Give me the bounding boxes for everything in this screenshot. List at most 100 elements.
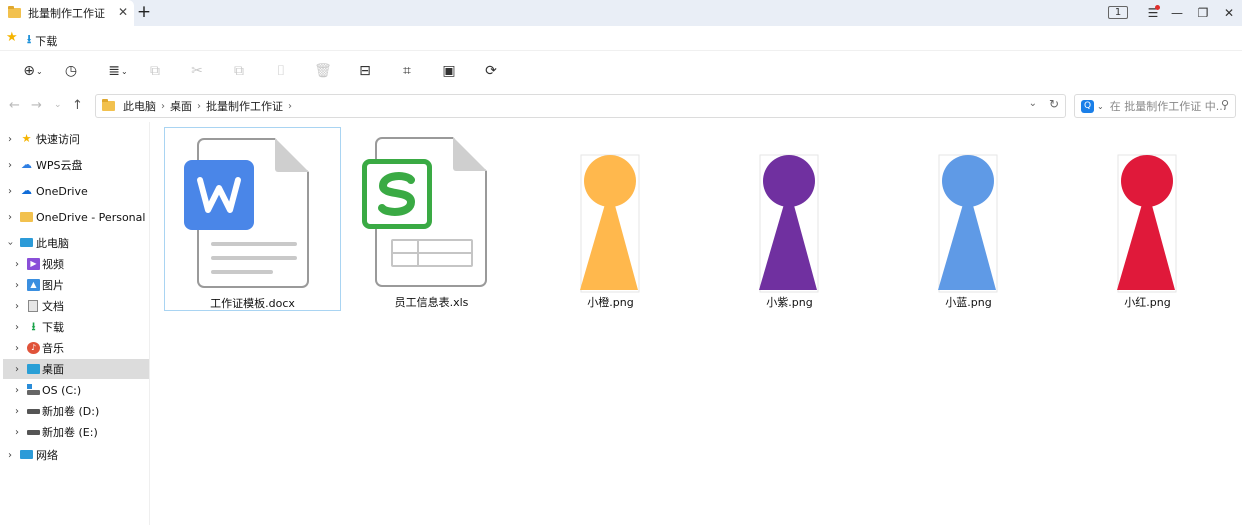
cloud-icon: ☁: [21, 158, 32, 171]
delete-icon[interactable]: 🗑: [312, 61, 334, 81]
chevron-right-icon[interactable]: ›: [12, 406, 22, 417]
file-item-png-red[interactable]: 小红.png: [1059, 127, 1236, 311]
breadcrumb-separator[interactable]: ›: [288, 101, 292, 112]
copy-icon[interactable]: ⧉: [144, 61, 166, 81]
address-bar[interactable]: 此电脑 › 桌面 › 批量制作工作证 › ⌄ ↻: [95, 94, 1066, 118]
chevron-right-icon[interactable]: ›: [12, 259, 22, 270]
tab-active[interactable]: 批量制作工作证 ✕: [0, 0, 134, 26]
sidebar-item-downloads[interactable]: › ⭳ 下载: [0, 317, 150, 337]
sidebar-item-pictures[interactable]: › ▲ 图片: [0, 275, 150, 295]
sync-icon[interactable]: ⟳: [480, 61, 502, 81]
download-icon: ⭳: [31, 320, 36, 333]
search-icon[interactable]: ⚲: [1221, 98, 1229, 111]
up-icon[interactable]: ↑: [72, 98, 83, 113]
file-item-docx[interactable]: 工作证模板.docx: [164, 127, 341, 311]
breadcrumb-separator[interactable]: ›: [161, 101, 165, 112]
breadcrumb-separator[interactable]: ›: [197, 101, 201, 112]
file-item-png-blue[interactable]: 小蓝.png: [880, 127, 1057, 311]
wps-writer-icon: [184, 160, 254, 230]
maximize-button[interactable]: ❐: [1196, 4, 1210, 22]
breadcrumb-current[interactable]: 批量制作工作证: [206, 98, 283, 114]
sidebar-item-label: 下载: [42, 321, 64, 334]
recent-dropdown-icon[interactable]: ⌄: [54, 100, 62, 110]
view-icon[interactable]: ≣ ⌄: [105, 61, 131, 81]
breadcrumb-this-pc[interactable]: 此电脑: [123, 98, 156, 114]
quick-item-download[interactable]: ⭳ 下载: [27, 30, 57, 51]
star-icon: ★: [21, 132, 32, 145]
search-engine-icon[interactable]: Q: [1081, 99, 1094, 113]
chevron-right-icon[interactable]: ›: [5, 212, 15, 223]
red-pawn-icon: [1117, 154, 1177, 293]
tab-close-icon[interactable]: ✕: [117, 5, 129, 19]
search-input[interactable]: 在 批量制作工作证 中...: [1110, 98, 1226, 114]
sidebar-item-videos[interactable]: › ▶ 视频: [0, 254, 150, 274]
history-icon[interactable]: ◷: [60, 61, 82, 81]
chevron-right-icon[interactable]: ›: [12, 427, 22, 438]
window-icon[interactable]: ⊟: [354, 61, 376, 81]
sidebar-item-label: OneDrive: [36, 184, 88, 198]
breadcrumb-desktop[interactable]: 桌面: [170, 98, 192, 114]
back-icon[interactable]: ←: [9, 98, 20, 113]
chevron-right-icon[interactable]: ›: [12, 364, 22, 375]
search-box[interactable]: Q ⌄ 在 批量制作工作证 中... ⚲: [1074, 94, 1236, 118]
toolbar: ⊕ ⌄ ◷ ≣ ⌄ ⧉ ✂ ⧉ ⌷ 🗑 ⊟ ⌗ ▣ ⟳: [0, 50, 1242, 90]
chevron-right-icon[interactable]: ›: [12, 343, 22, 354]
computer-icon: [20, 238, 33, 247]
new-icon[interactable]: ⊕ ⌄: [20, 61, 46, 81]
refresh-icon[interactable]: ↻: [1049, 97, 1059, 111]
rename-icon[interactable]: ⌷: [270, 61, 292, 81]
sidebar-item-drive-e[interactable]: › 新加卷 (E:): [0, 422, 150, 442]
crop-icon[interactable]: ⌗: [396, 61, 418, 81]
chevron-down-icon[interactable]: ⌄: [1029, 98, 1037, 109]
sidebar-item-quick-access[interactable]: › ★ 快速访问: [0, 129, 150, 149]
chevron-right-icon[interactable]: ›: [12, 301, 22, 312]
sidebar-item-this-pc[interactable]: › 此电脑: [0, 233, 150, 253]
chevron-right-icon[interactable]: ›: [5, 134, 15, 145]
sidebar-item-onedrive[interactable]: › ☁ OneDrive: [0, 181, 150, 201]
download-icon: ⭳: [27, 32, 32, 46]
file-name: 小橙.png: [587, 296, 634, 309]
file-item-png-purple[interactable]: 小紫.png: [701, 127, 878, 311]
new-tab-button[interactable]: +: [136, 2, 152, 22]
archive-icon[interactable]: ▣: [438, 61, 460, 81]
file-item-png-orange[interactable]: 小橙.png: [522, 127, 699, 311]
chevron-down-icon[interactable]: ⌄: [1097, 102, 1104, 111]
chevron-right-icon[interactable]: ›: [5, 186, 15, 197]
sidebar-item-desktop[interactable]: › 桌面: [3, 359, 149, 379]
chevron-right-icon[interactable]: ›: [12, 280, 22, 291]
file-name: 小红.png: [1124, 296, 1171, 309]
tab-count-badge[interactable]: 1: [1108, 6, 1128, 19]
quick-access-bar: ★ ⭳ 下载: [0, 26, 1242, 50]
sidebar-item-music[interactable]: › ♪ 音乐: [0, 338, 150, 358]
sidebar-item-label: 新加卷 (D:): [42, 405, 100, 418]
chevron-right-icon[interactable]: ›: [5, 450, 15, 461]
close-button[interactable]: ✕: [1222, 4, 1236, 22]
chevron-right-icon[interactable]: ›: [5, 160, 15, 171]
sidebar-item-label: OS (C:): [42, 383, 82, 397]
sidebar-item-drive-c[interactable]: › OS (C:): [0, 380, 150, 400]
sidebar-item-onedrive-personal[interactable]: › OneDrive - Personal: [0, 207, 150, 227]
file-item-xls[interactable]: 员工信息表.xls: [343, 127, 520, 311]
sidebar-item-label: 文档: [42, 300, 64, 313]
chevron-right-icon[interactable]: ›: [12, 385, 22, 396]
sidebar-item-documents[interactable]: › 文档: [0, 296, 150, 316]
chevron-right-icon[interactable]: ›: [12, 322, 22, 333]
paste-icon[interactable]: ⧉: [228, 61, 250, 81]
music-icon: ♪: [27, 342, 40, 354]
star-icon[interactable]: ★: [6, 30, 18, 45]
orange-pawn-icon: [580, 154, 640, 293]
forward-icon[interactable]: →: [31, 98, 42, 113]
sidebar-item-label: 图片: [42, 279, 64, 292]
sidebar-item-label: 快速访问: [36, 133, 80, 146]
chevron-down-icon[interactable]: ›: [5, 238, 16, 248]
menu-icon[interactable]: ☰: [1145, 4, 1161, 22]
picture-icon: ▲: [27, 279, 40, 291]
sidebar-item-wps-cloud[interactable]: › ☁ WPS云盘: [0, 155, 150, 175]
video-icon: ▶: [27, 258, 40, 270]
sidebar-item-drive-d[interactable]: › 新加卷 (D:): [0, 401, 150, 421]
folder-icon: [20, 212, 33, 222]
cut-icon[interactable]: ✂: [186, 61, 208, 81]
sidebar-item-network[interactable]: › 网络: [0, 445, 150, 465]
minimize-button[interactable]: —: [1170, 4, 1184, 22]
sidebar-item-label: 音乐: [42, 342, 64, 355]
